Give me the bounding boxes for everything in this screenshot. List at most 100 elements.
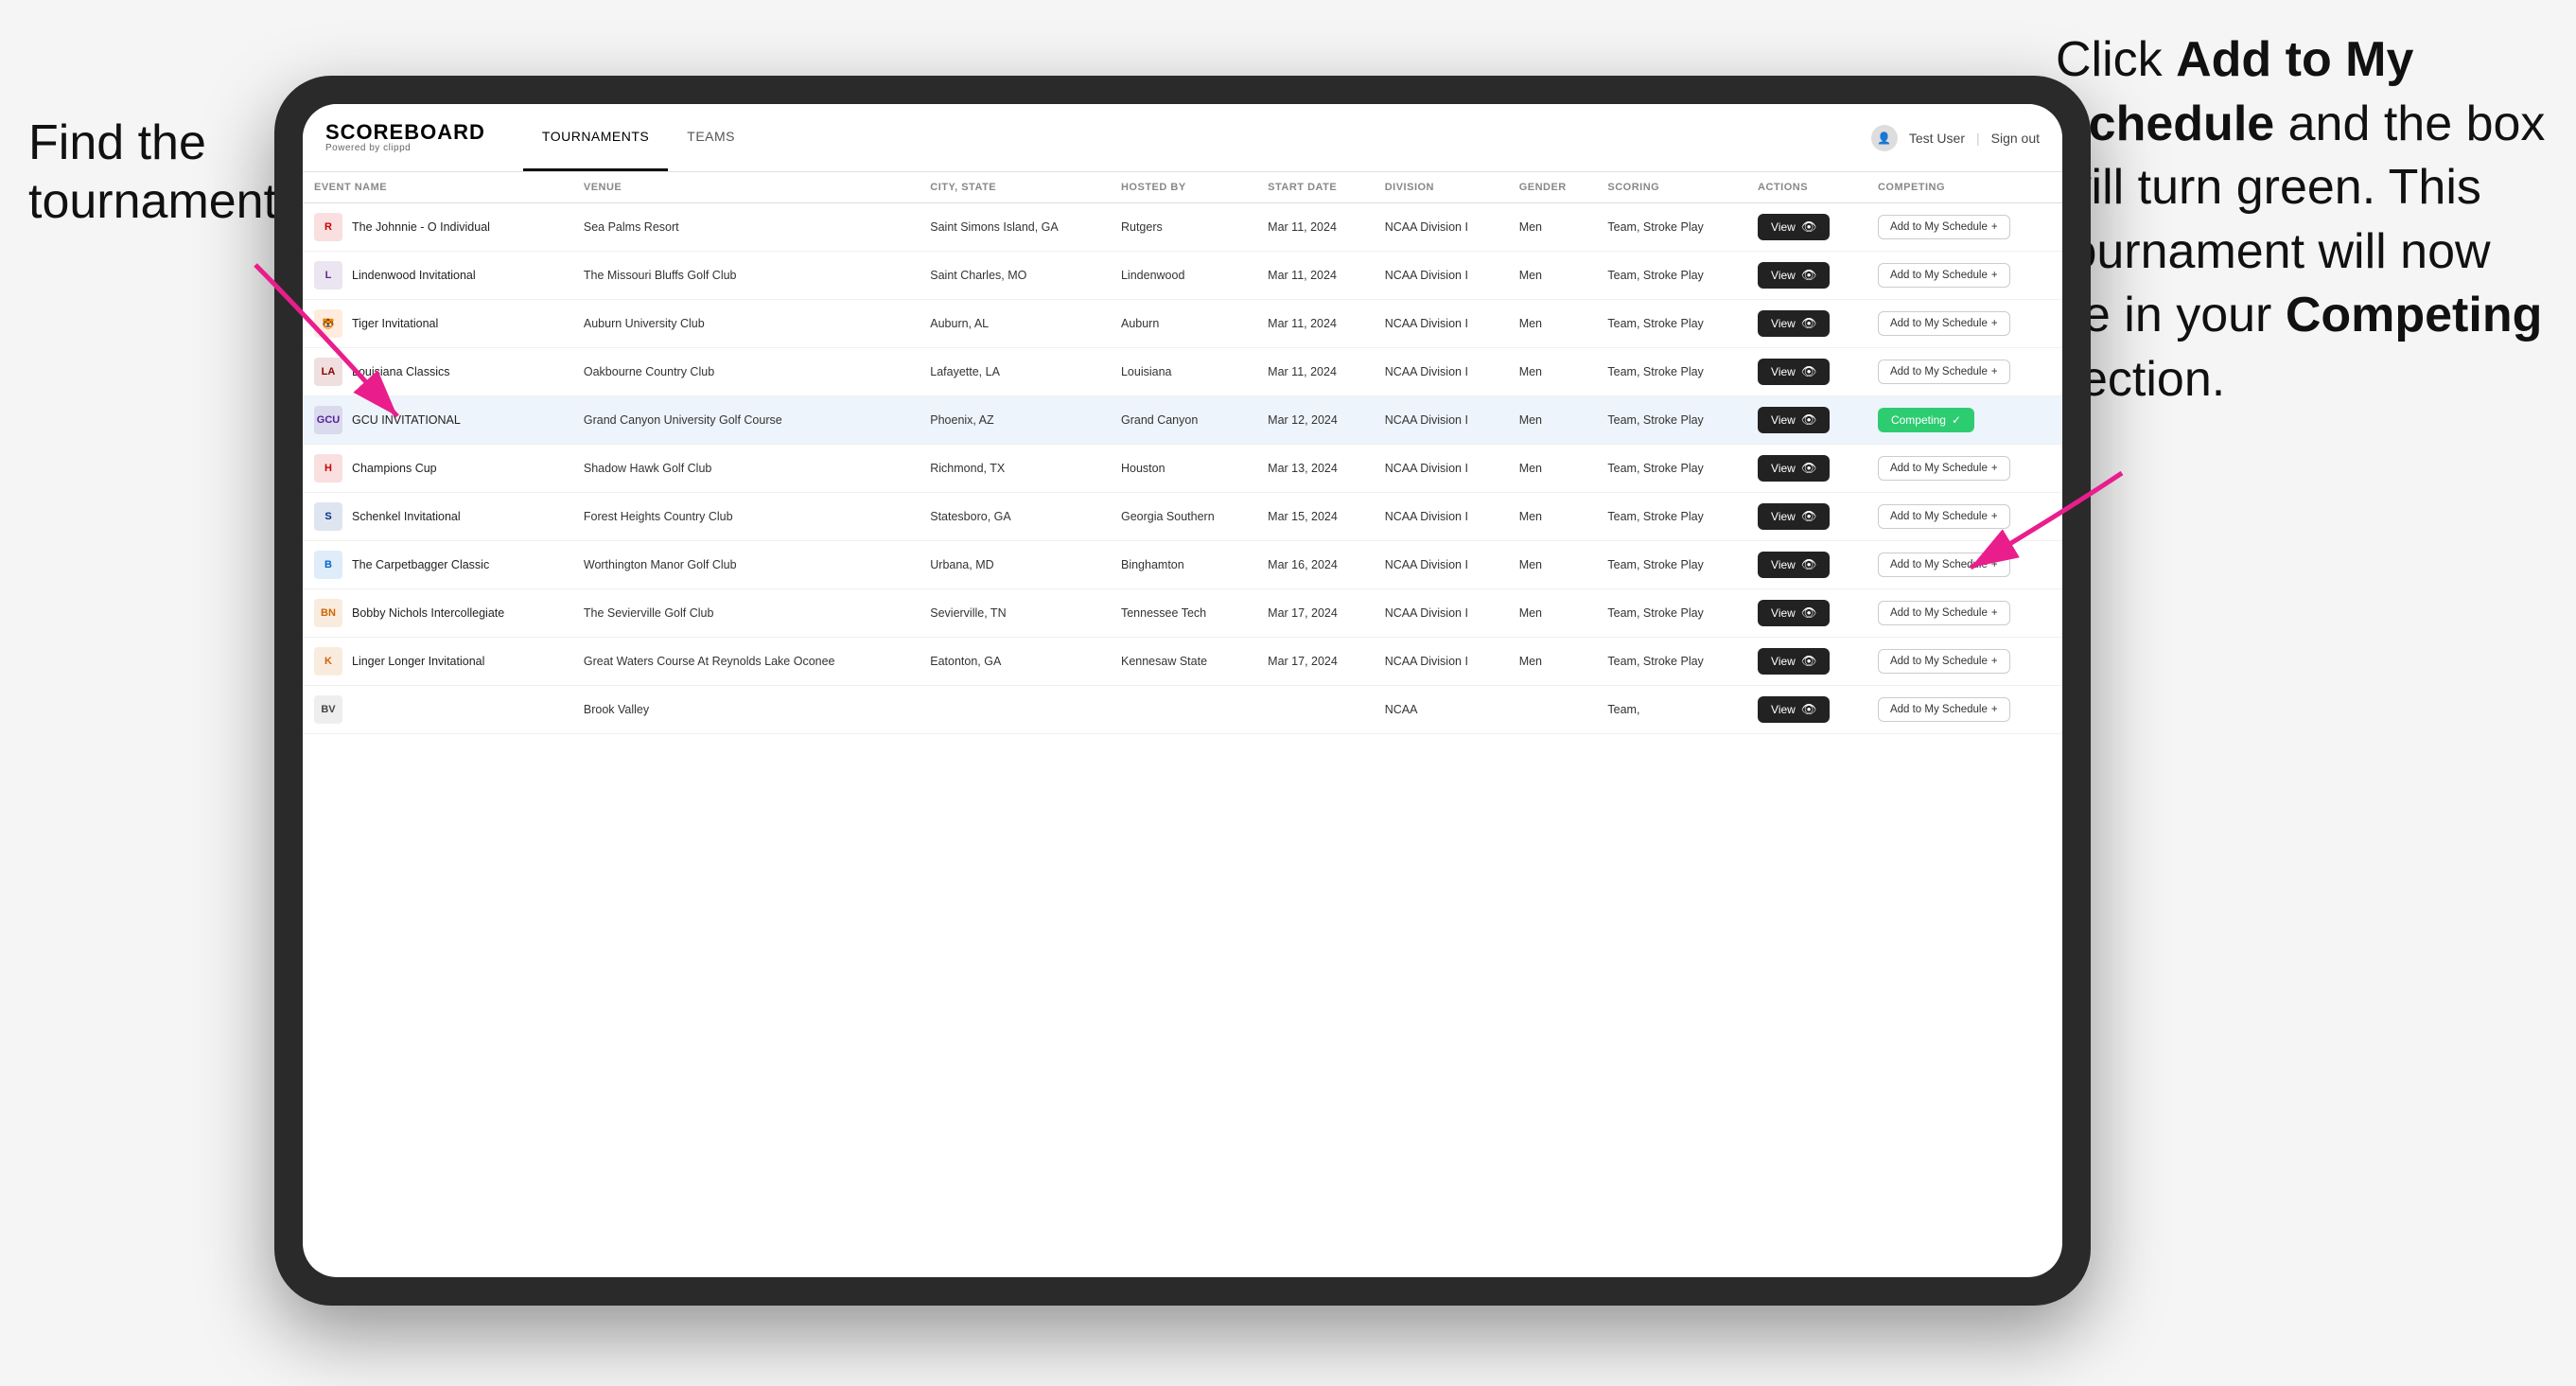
hosted-cell: Louisiana [1110,348,1256,396]
signout-link[interactable]: Sign out [1991,131,2040,146]
scoring-cell: Team, Stroke Play [1596,203,1746,252]
event-name: The Johnnie - O Individual [352,220,490,234]
eye-icon: 👁 [1801,605,1817,621]
gender-cell: Men [1508,396,1597,445]
table-row: L Lindenwood Invitational The Missouri B… [303,252,2062,300]
arrow-left [227,255,435,445]
gender-cell: Men [1508,203,1597,252]
th-venue: VENUE [572,172,919,203]
hosted-cell: Lindenwood [1110,252,1256,300]
add-to-schedule-button[interactable]: Add to My Schedule + [1878,601,2010,625]
date-cell: Mar 11, 2024 [1256,348,1374,396]
actions-cell: View 👁 [1746,541,1866,589]
table-row: BN Bobby Nichols Intercollegiate The Sev… [303,589,2062,638]
date-cell: Mar 11, 2024 [1256,203,1374,252]
scoring-cell: Team, Stroke Play [1596,300,1746,348]
gender-cell: Men [1508,252,1597,300]
annotation-left: Find the tournament. [28,114,291,232]
view-button[interactable]: View 👁 [1758,359,1830,385]
th-city: CITY, STATE [919,172,1110,203]
view-button[interactable]: View 👁 [1758,503,1830,530]
nav-right: 👤 Test User | Sign out [1871,125,2040,151]
eye-icon: 👁 [1801,461,1817,476]
competing-label: Competing [1891,413,1946,427]
plus-icon: + [1991,607,1998,619]
actions-cell: View 👁 [1746,396,1866,445]
gender-cell: Men [1508,300,1597,348]
th-scoring: SCORING [1596,172,1746,203]
eye-icon: 👁 [1801,268,1817,283]
city-cell: Saint Charles, MO [919,252,1110,300]
actions-cell: View 👁 [1746,638,1866,686]
city-cell: Urbana, MD [919,541,1110,589]
event-name: Bobby Nichols Intercollegiate [352,606,504,620]
tab-teams[interactable]: TEAMS [668,104,754,171]
team-logo: B [314,551,342,579]
tournaments-table: EVENT NAME VENUE CITY, STATE HOSTED BY S… [303,172,2062,734]
division-cell: NCAA Division I [1374,589,1508,638]
add-to-schedule-button[interactable]: Add to My Schedule + [1878,311,2010,336]
view-button[interactable]: View 👁 [1758,600,1830,626]
view-button[interactable]: View 👁 [1758,696,1830,723]
team-logo: BV [314,695,342,724]
city-cell: Lafayette, LA [919,348,1110,396]
team-logo: H [314,454,342,482]
hosted-cell: Auburn [1110,300,1256,348]
actions-cell: View 👁 [1746,493,1866,541]
add-to-schedule-button[interactable]: Add to My Schedule + [1878,697,2010,722]
eye-icon: 👁 [1801,702,1817,717]
add-label: Add to My Schedule [1890,704,1988,715]
division-cell: NCAA Division I [1374,203,1508,252]
venue-cell: Forest Heights Country Club [572,493,919,541]
event-cell: S Schenkel Invitational [314,502,561,531]
competing-cell: Add to My Schedule + [1866,300,2062,348]
view-button[interactable]: View 👁 [1758,214,1830,240]
event-cell: BN Bobby Nichols Intercollegiate [314,599,561,627]
hosted-cell: Binghamton [1110,541,1256,589]
city-cell: Phoenix, AZ [919,396,1110,445]
scoring-cell: Team, Stroke Play [1596,541,1746,589]
gender-cell: Men [1508,348,1597,396]
tab-tournaments[interactable]: TOURNAMENTS [523,104,668,171]
table-row: BV Brook ValleyNCAATeam, View 👁 Add to M… [303,686,2062,734]
actions-cell: View 👁 [1746,686,1866,734]
table-header-row: EVENT NAME VENUE CITY, STATE HOSTED BY S… [303,172,2062,203]
plus-icon: + [1991,704,1998,715]
th-division: DIVISION [1374,172,1508,203]
competing-cell: Add to My Schedule + [1866,686,2062,734]
team-logo: R [314,213,342,241]
table-row: 🐯 Tiger Invitational Auburn University C… [303,300,2062,348]
eye-icon: 👁 [1801,316,1817,331]
competing-button[interactable]: Competing ✓ [1878,408,1974,432]
view-button[interactable]: View 👁 [1758,648,1830,675]
event-cell: B The Carpetbagger Classic [314,551,561,579]
add-to-schedule-button[interactable]: Add to My Schedule + [1878,215,2010,239]
gender-cell: Men [1508,589,1597,638]
view-button[interactable]: View 👁 [1758,455,1830,482]
event-name: Champions Cup [352,462,437,475]
view-button[interactable]: View 👁 [1758,310,1830,337]
add-to-schedule-button[interactable]: Add to My Schedule + [1878,263,2010,288]
annotation-right: Click Add to My Schedule and the box wil… [2056,28,2548,412]
hosted-cell: Georgia Southern [1110,493,1256,541]
event-cell: R The Johnnie - O Individual [314,213,561,241]
view-button[interactable]: View 👁 [1758,262,1830,289]
view-button[interactable]: View 👁 [1758,552,1830,578]
gender-cell [1508,686,1597,734]
competing-cell: Add to My Schedule + [1866,638,2062,686]
add-to-schedule-button[interactable]: Add to My Schedule + [1878,360,2010,384]
event-cell: K Linger Longer Invitational [314,647,561,675]
tablet-screen: SCOREBOARD Powered by clippd TOURNAMENTS… [303,104,2062,1277]
hosted-cell: Grand Canyon [1110,396,1256,445]
date-cell: Mar 15, 2024 [1256,493,1374,541]
add-to-schedule-button[interactable]: Add to My Schedule + [1878,649,2010,674]
eye-icon: 👁 [1801,412,1817,428]
event-name: Linger Longer Invitational [352,655,484,668]
hosted-cell: Houston [1110,445,1256,493]
hosted-cell: Kennesaw State [1110,638,1256,686]
view-button[interactable]: View 👁 [1758,407,1830,433]
division-cell: NCAA Division I [1374,493,1508,541]
scoring-cell: Team, Stroke Play [1596,589,1746,638]
venue-cell: Auburn University Club [572,300,919,348]
logo-sub: Powered by clippd [325,143,485,153]
